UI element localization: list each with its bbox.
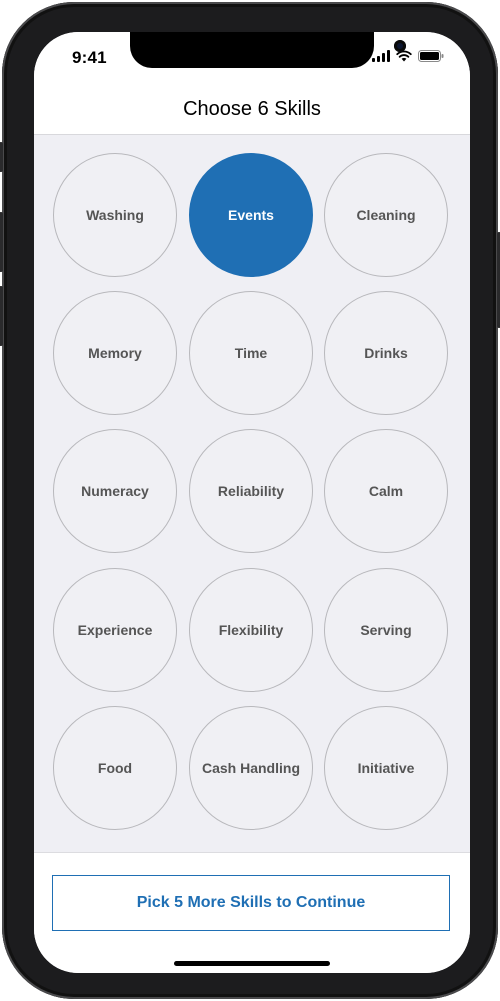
screen: 9:41 Choose 6 Skills Washing Events Clea… [34,32,470,973]
battery-icon [418,50,444,62]
skill-initiative[interactable]: Initiative [324,706,448,830]
volume-up-button [0,212,3,272]
skill-serving[interactable]: Serving [324,568,448,692]
skill-memory[interactable]: Memory [53,291,177,415]
status-time: 9:41 [72,48,107,67]
volume-down-button [0,286,3,346]
skill-experience[interactable]: Experience [53,568,177,692]
page-title: Choose 6 Skills [183,98,321,120]
skill-time[interactable]: Time [189,291,313,415]
nav-bar: Choose 6 Skills [34,86,470,135]
phone-frame: 9:41 Choose 6 Skills Washing Events Clea… [0,2,500,999]
skill-washing[interactable]: Washing [53,153,177,277]
skill-calm[interactable]: Calm [324,429,448,553]
skill-cleaning[interactable]: Cleaning [324,153,448,277]
notch [130,32,406,68]
footer: Pick 5 More Skills to Continue [34,852,470,973]
home-indicator[interactable] [174,961,330,966]
skill-cash-handling[interactable]: Cash Handling [189,706,313,830]
skill-drinks[interactable]: Drinks [324,291,448,415]
camera-icon [394,40,406,52]
skill-events[interactable]: Events [189,153,313,277]
silent-switch [0,142,3,172]
skill-numeracy[interactable]: Numeracy [53,429,177,553]
skill-flexibility[interactable]: Flexibility [189,568,313,692]
status-icons [372,50,444,62]
skill-reliability[interactable]: Reliability [189,429,313,553]
skills-grid: Washing Events Cleaning Memory Time Drin… [34,134,470,852]
skill-food[interactable]: Food [53,706,177,830]
signal-icon [372,50,390,62]
continue-button[interactable]: Pick 5 More Skills to Continue [52,875,450,931]
